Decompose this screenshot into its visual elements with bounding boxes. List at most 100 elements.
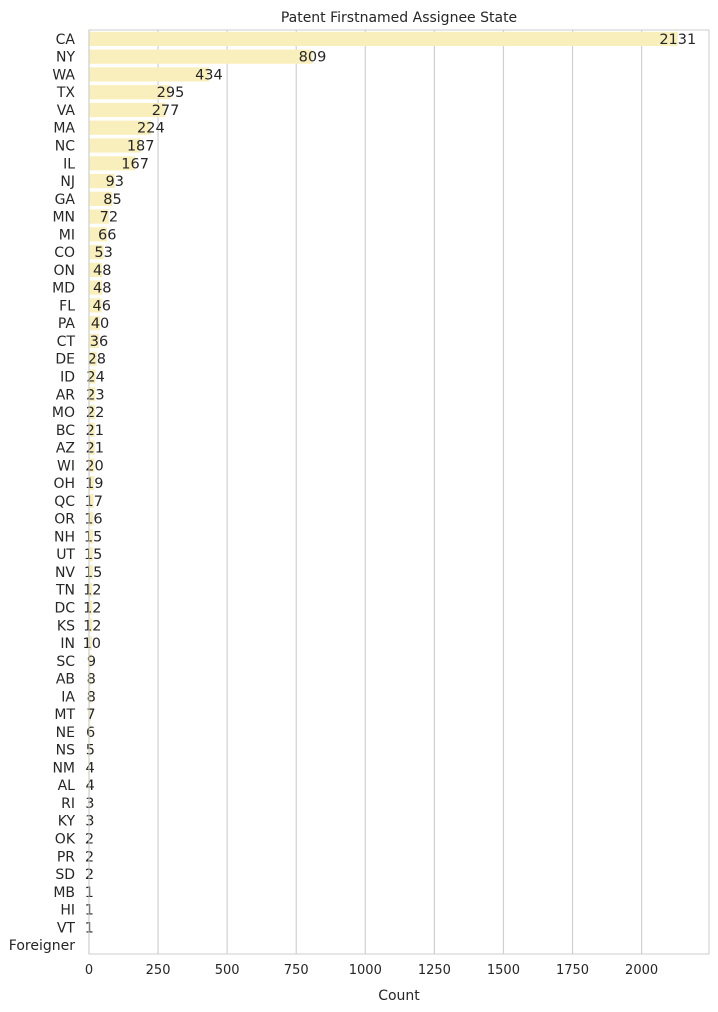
data-label: 3 <box>85 796 94 812</box>
data-label: 36 <box>90 334 108 350</box>
data-label: 2 <box>85 832 94 848</box>
data-label: 28 <box>88 352 106 368</box>
y-tick-label: PR <box>57 849 75 865</box>
bar <box>89 67 209 81</box>
grid-lines <box>89 30 642 954</box>
data-label: 7 <box>86 707 95 723</box>
y-tick-label: IN <box>60 636 75 652</box>
data-label: 72 <box>100 210 118 226</box>
x-tick-labels: 025050075010001250150017502000 <box>85 963 658 978</box>
y-tick-label: SD <box>55 867 75 883</box>
y-tick-label: NS <box>56 743 75 759</box>
data-label: 5 <box>86 743 95 759</box>
x-tick-label: 1500 <box>487 963 520 978</box>
data-label: 224 <box>137 121 165 137</box>
x-tick-label: 500 <box>215 963 240 978</box>
data-label: 2 <box>85 849 94 865</box>
y-tick-label: PA <box>58 316 76 332</box>
x-tick-label: 1250 <box>418 963 451 978</box>
bar <box>89 50 313 64</box>
y-tick-label: OH <box>53 476 75 492</box>
y-tick-label: NE <box>56 725 75 741</box>
y-tick-label: VA <box>57 103 76 119</box>
y-tick-label: WA <box>52 67 75 83</box>
y-tick-label: AL <box>58 778 76 794</box>
y-tick-label: CO <box>54 245 75 261</box>
y-tick-label: SC <box>56 654 75 670</box>
y-tick-label: DE <box>55 352 75 368</box>
data-label: 8 <box>87 672 96 688</box>
data-label: 4 <box>85 760 94 776</box>
bars <box>89 32 678 935</box>
x-tick-label: 1000 <box>349 963 382 978</box>
chart-title: Patent Firstnamed Assignee State <box>281 10 517 26</box>
y-tick-label: QC <box>54 494 75 510</box>
data-label: 15 <box>84 547 102 563</box>
y-tick-label: CT <box>57 334 76 350</box>
data-label: 46 <box>92 298 110 314</box>
y-tick-label: FL <box>59 298 75 314</box>
data-label: 48 <box>93 281 111 297</box>
y-tick-label: MI <box>59 227 75 243</box>
data-label: 53 <box>94 245 112 261</box>
data-label: 66 <box>98 227 116 243</box>
data-label: 4 <box>85 778 94 794</box>
y-tick-label: OK <box>55 832 76 848</box>
y-tick-label: NV <box>55 565 75 581</box>
y-tick-label: MA <box>53 121 75 137</box>
data-label: 12 <box>83 601 101 617</box>
data-label: 85 <box>103 192 121 208</box>
data-label: 8 <box>87 689 96 705</box>
y-tick-label: KS <box>57 618 75 634</box>
x-tick-label: 250 <box>146 963 171 978</box>
y-tick-label: IA <box>61 689 75 705</box>
data-label: 21 <box>86 423 104 439</box>
y-tick-label: RI <box>61 796 75 812</box>
data-label: 17 <box>84 494 102 510</box>
y-tick-label: MB <box>53 885 75 901</box>
y-tick-label: CA <box>56 32 76 48</box>
bar <box>89 32 678 46</box>
y-tick-label: VT <box>57 920 76 936</box>
x-axis-label: Count <box>378 988 420 1004</box>
data-label: 19 <box>85 476 103 492</box>
y-tick-label: TX <box>56 85 76 101</box>
y-tick-label: UT <box>56 547 75 563</box>
y-tick-label: AB <box>56 672 75 688</box>
y-tick-label: TN <box>55 583 75 599</box>
data-label: 2131 <box>659 32 696 48</box>
data-label: 9 <box>87 654 96 670</box>
y-tick-label: GA <box>55 192 76 208</box>
y-tick-label: MD <box>52 281 75 297</box>
y-tick-label: MO <box>52 405 75 421</box>
data-label: 48 <box>93 263 111 279</box>
y-tick-label: NC <box>55 139 75 155</box>
y-tick-label: AZ <box>56 441 75 457</box>
data-label: 295 <box>157 85 185 101</box>
data-label: 2 <box>85 867 94 883</box>
y-tick-label: OR <box>54 512 75 528</box>
data-label: 3 <box>85 814 94 830</box>
y-tick-label: MN <box>52 210 75 226</box>
data-label: 809 <box>299 50 327 66</box>
data-label: 187 <box>127 139 155 155</box>
y-tick-label: MT <box>54 707 75 723</box>
data-label: 10 <box>83 636 101 652</box>
data-label: 277 <box>152 103 180 119</box>
x-tick-label: 0 <box>85 963 93 978</box>
y-tick-label: NY <box>56 50 75 66</box>
data-label: 16 <box>84 512 102 528</box>
data-label: 20 <box>85 458 103 474</box>
y-tick-label: DC <box>54 601 75 617</box>
data-label: 93 <box>105 174 123 190</box>
data-label: 12 <box>83 583 101 599</box>
y-tick-label: NM <box>52 760 75 776</box>
data-label: 6 <box>86 725 95 741</box>
y-tick-label: BC <box>56 423 75 439</box>
data-label: 21 <box>86 441 104 457</box>
y-tick-label: HI <box>60 903 75 919</box>
bar-chart: Patent Firstnamed Assignee State CA NYWA T… <box>0 0 718 1012</box>
data-labels: 2131809434295277224187167938572665348484… <box>83 32 697 936</box>
x-tick-label: 750 <box>284 963 309 978</box>
y-tick-label: Foreigner <box>9 938 75 954</box>
